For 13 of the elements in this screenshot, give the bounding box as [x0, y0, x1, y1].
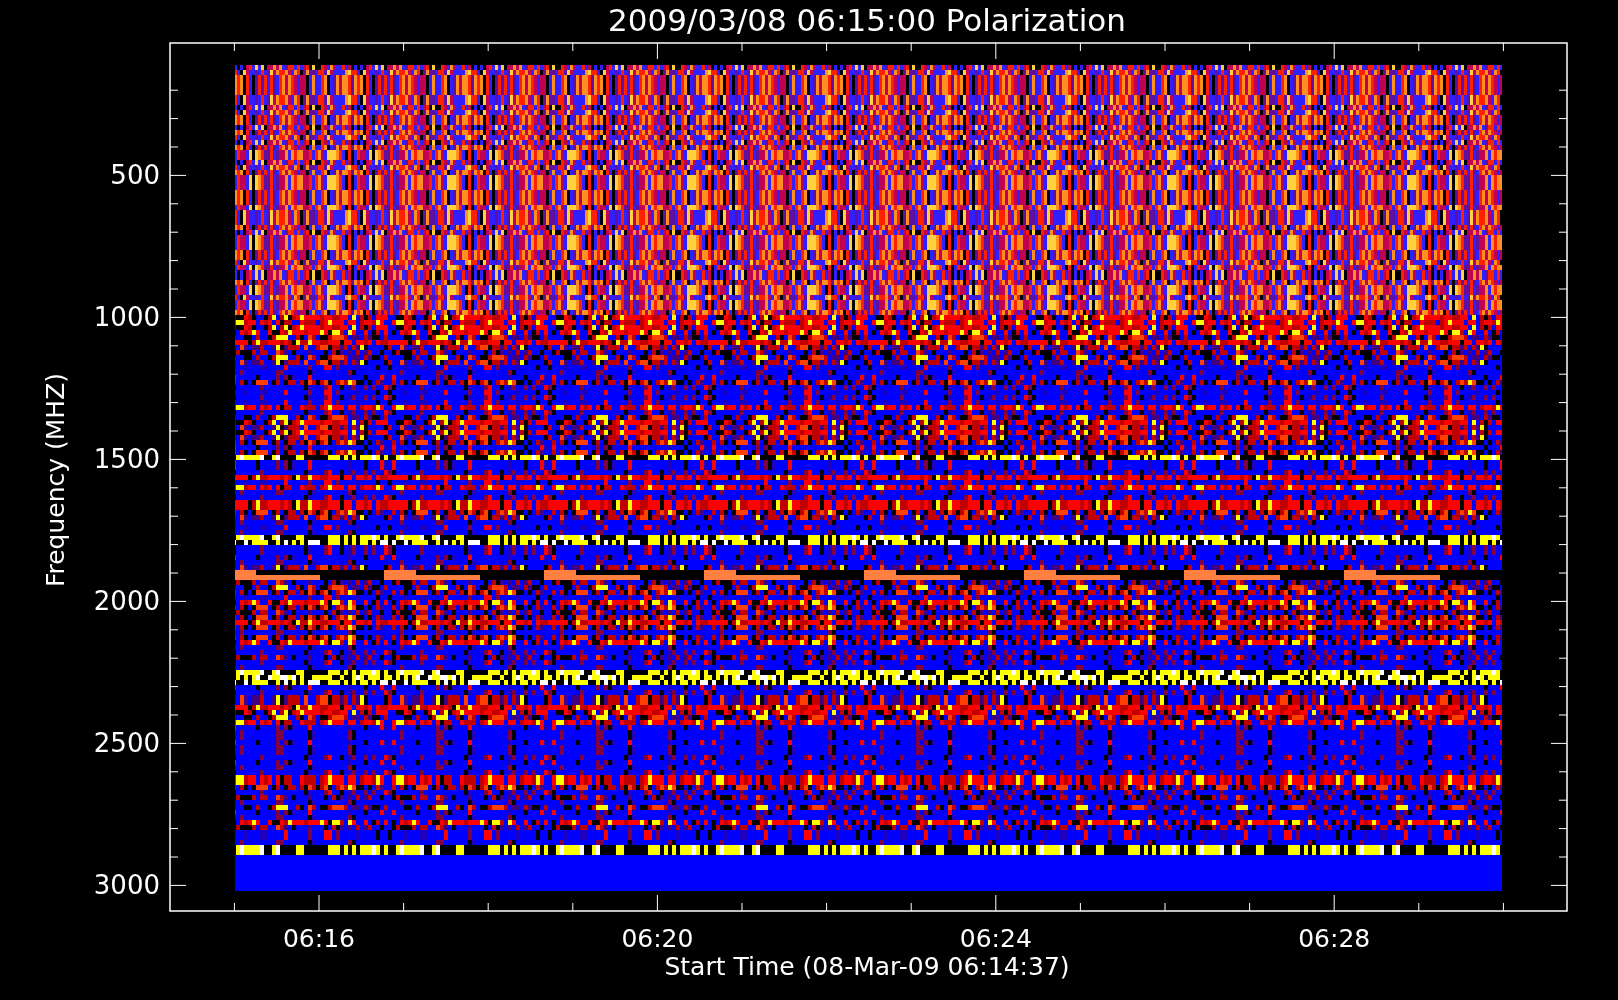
- y-tick-label: 3000: [93, 870, 160, 901]
- y-tick-label: 500: [110, 160, 160, 191]
- x-tick-label: 06:16: [283, 924, 355, 953]
- x-axis-label: Start Time (08-Mar-09 06:14:37): [664, 952, 1070, 981]
- y-tick-label: 1000: [93, 302, 160, 333]
- y-axis-label: Frequency (MHZ): [41, 372, 70, 588]
- y-tick-label: 2500: [93, 728, 160, 759]
- x-tick-label: 06:24: [959, 924, 1032, 953]
- chart-title: 2009/03/08 06:15:00 Polarization: [608, 2, 1126, 38]
- x-tick-label: 06:28: [1298, 924, 1371, 953]
- y-tick-label: 1500: [93, 444, 160, 475]
- x-tick-label: 06:20: [621, 924, 694, 953]
- y-tick-label: 2000: [93, 586, 160, 617]
